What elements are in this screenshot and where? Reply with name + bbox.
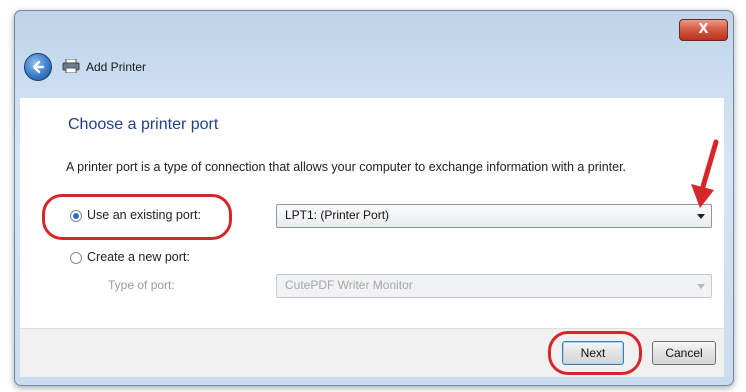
printer-icon <box>62 59 80 73</box>
next-button[interactable]: Next <box>562 341 624 365</box>
page-description: A printer port is a type of connection t… <box>66 160 627 174</box>
port-type-value: CutePDF Writer Monitor <box>285 278 413 292</box>
window-title: Add Printer <box>86 60 147 74</box>
chevron-down-icon <box>697 214 705 219</box>
new-port-label[interactable]: Create a new port: <box>87 250 190 264</box>
close-button[interactable]: X <box>679 19 728 41</box>
cancel-button[interactable]: Cancel <box>652 341 716 365</box>
existing-port-label[interactable]: Use an existing port: <box>87 208 201 222</box>
port-type-select[interactable]: CutePDF Writer Monitor <box>276 274 712 298</box>
existing-port-radio[interactable] <box>70 210 82 222</box>
page-heading: Choose a printer port <box>68 116 219 133</box>
chevron-down-icon <box>697 284 705 289</box>
back-button[interactable] <box>24 53 52 81</box>
new-port-radio[interactable] <box>70 252 82 264</box>
existing-port-value: LPT1: (Printer Port) <box>285 208 390 222</box>
existing-port-select[interactable]: LPT1: (Printer Port) <box>276 204 712 228</box>
port-type-label: Type of port: <box>108 278 175 292</box>
back-arrow-icon <box>32 60 45 74</box>
